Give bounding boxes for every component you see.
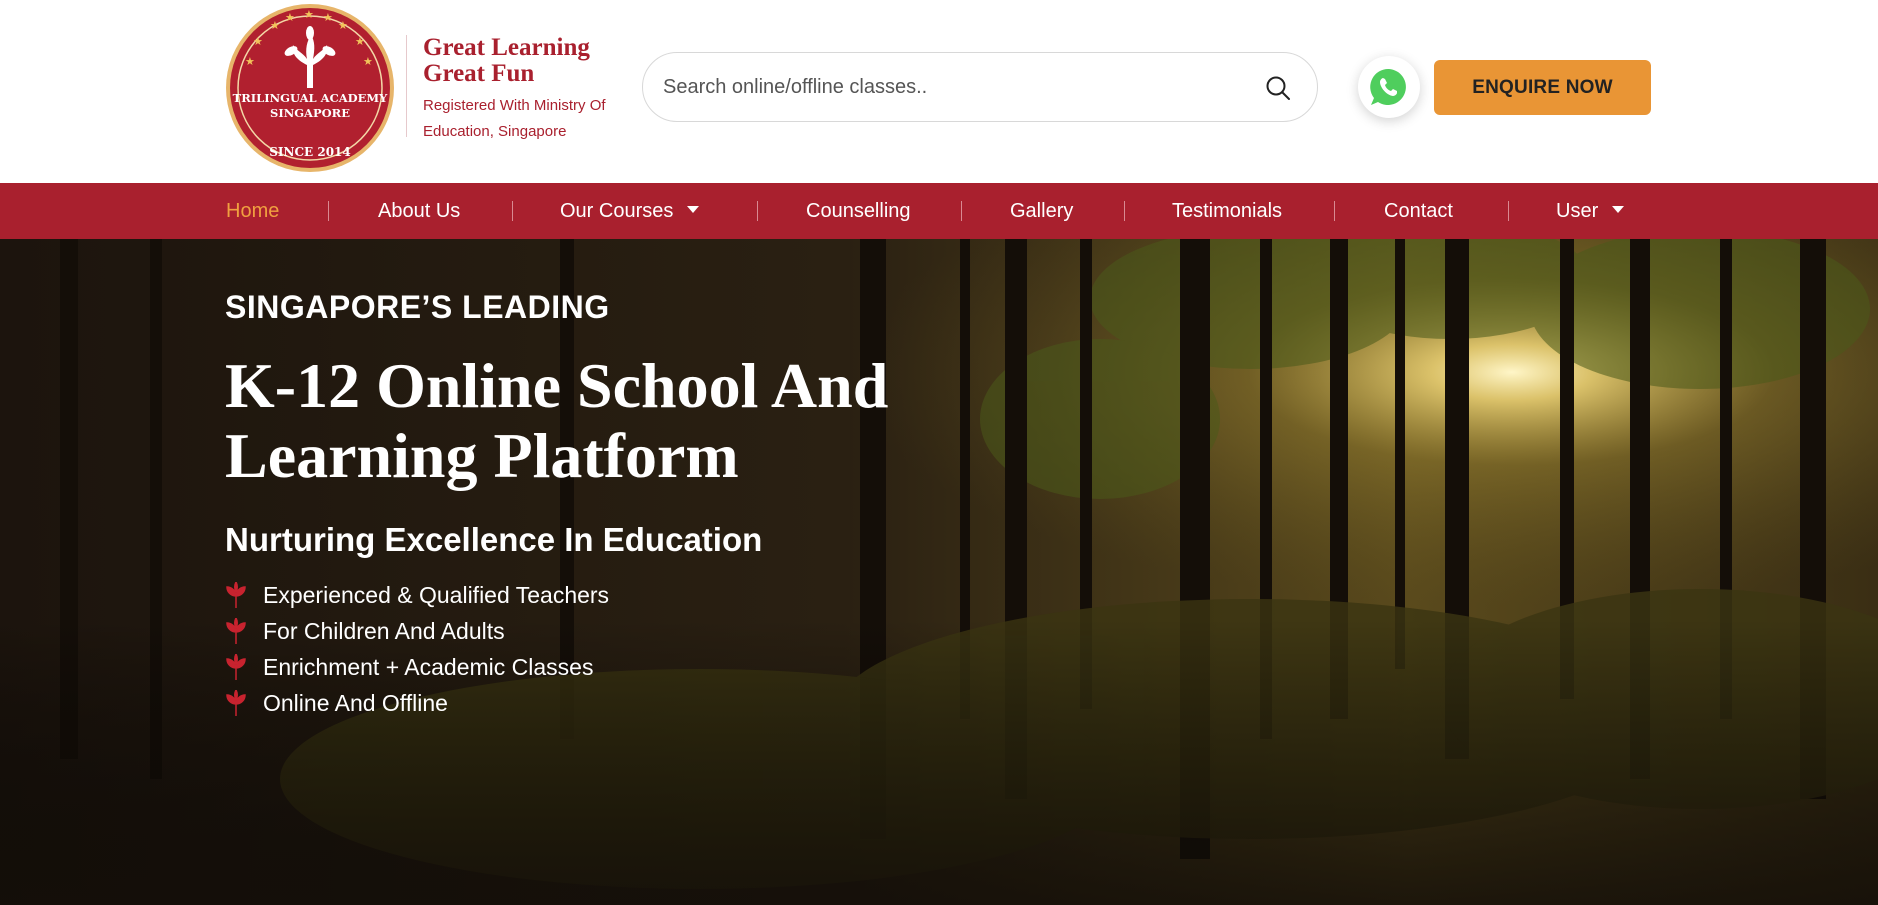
feature-label: Enrichment + Academic Classes (263, 654, 594, 680)
leaf-icon (226, 618, 246, 644)
main-nav: Home About Us Our Courses Counselling Ga… (0, 183, 1878, 239)
svg-text:★: ★ (355, 35, 365, 48)
logo-name: TRILINGUAL ACADEMY (233, 91, 388, 105)
leaf-icon (226, 690, 246, 716)
hero-subhead: Nurturing Excellence In Education (225, 521, 763, 558)
hero-kicker: SINGAPORE’S LEADING (225, 289, 610, 325)
feature-item: Enrichment + Academic Classes (225, 649, 609, 685)
nav-label-home: Home (226, 200, 280, 222)
nav-item-testimonials[interactable]: Testimonials (1172, 183, 1282, 239)
caret-down-icon (687, 206, 700, 214)
nav-divider (1124, 201, 1125, 221)
whatsapp-button[interactable] (1358, 56, 1420, 118)
feature-item: For Children And Adults (225, 613, 609, 649)
nav-label-about-us: About Us (378, 200, 461, 222)
leaf-icon (226, 582, 246, 608)
whatsapp-icon (1370, 68, 1406, 105)
nav-label-testimonials: Testimonials (1172, 200, 1283, 222)
logo-since: SINCE 2014 (269, 145, 351, 159)
nav-item-counselling[interactable]: Counselling (806, 183, 911, 239)
svg-text:★: ★ (323, 11, 333, 24)
nav-item-gallery[interactable]: Gallery (1010, 183, 1073, 239)
nav-item-home[interactable]: Home (226, 183, 279, 239)
nav-label-user: User (1556, 200, 1599, 222)
feature-label: Experienced & Qualified Teachers (263, 582, 610, 608)
feature-label: Online And Offline (263, 690, 448, 716)
academy-logo[interactable]: ★ ★ ★ ★ ★ ★ ★ ★ ★ TRILINGUAL ACADEMY SIN… (225, 3, 395, 173)
svg-text:★: ★ (245, 55, 255, 68)
nav-item-our-courses[interactable]: Our Courses (560, 183, 700, 239)
nav-label-our-courses: Our Courses (560, 200, 674, 222)
nav-label-contact: Contact (1384, 200, 1453, 222)
nav-divider (1334, 201, 1335, 221)
tagline-line-2: Great Fun (423, 60, 535, 87)
nav-item-contact[interactable]: Contact (1384, 183, 1453, 239)
nav-divider (512, 201, 513, 221)
search-icon[interactable] (1265, 75, 1291, 101)
nav-divider (328, 201, 329, 221)
leaf-icon (226, 654, 246, 680)
svg-text:★: ★ (285, 11, 295, 24)
tagline: Great Learning Great Fun Registered With… (406, 34, 623, 140)
feature-item: Online And Offline (225, 685, 609, 721)
feature-list: Experienced & Qualified Teachers For Chi… (225, 577, 609, 721)
nav-divider (961, 201, 962, 221)
svg-text:★: ★ (304, 8, 314, 21)
svg-text:★: ★ (363, 55, 373, 68)
nav-item-user[interactable]: User (1556, 183, 1625, 239)
site-header: ★ ★ ★ ★ ★ ★ ★ ★ ★ TRILINGUAL ACADEMY SIN… (0, 0, 1878, 183)
feature-label: For Children And Adults (263, 618, 505, 644)
nav-label-counselling: Counselling (806, 200, 911, 222)
svg-text:★: ★ (253, 35, 263, 48)
feature-item: Experienced & Qualified Teachers (225, 577, 609, 613)
svg-text:★: ★ (338, 19, 348, 32)
search-input[interactable] (663, 53, 1223, 121)
forest-background-image (0, 239, 1878, 905)
nav-divider (1508, 201, 1509, 221)
enquire-now-button[interactable]: ENQUIRE NOW (1434, 60, 1651, 115)
logo-country: SINGAPORE (270, 106, 350, 120)
nav-label-gallery: Gallery (1010, 200, 1074, 222)
caret-down-icon (1612, 206, 1625, 214)
tagline-line-1: Great Learning (423, 34, 590, 61)
hero-headline: K-12 Online School And Learning Platform (225, 350, 889, 491)
svg-text:★: ★ (270, 19, 280, 32)
search-bar (642, 52, 1318, 122)
nav-item-about-us[interactable]: About Us (378, 183, 460, 239)
registration-note: Registered With Ministry Of Education, S… (423, 97, 606, 140)
nav-divider (757, 201, 758, 221)
hero-banner: SINGAPORE’S LEADING K-12 Online School A… (0, 239, 1878, 905)
